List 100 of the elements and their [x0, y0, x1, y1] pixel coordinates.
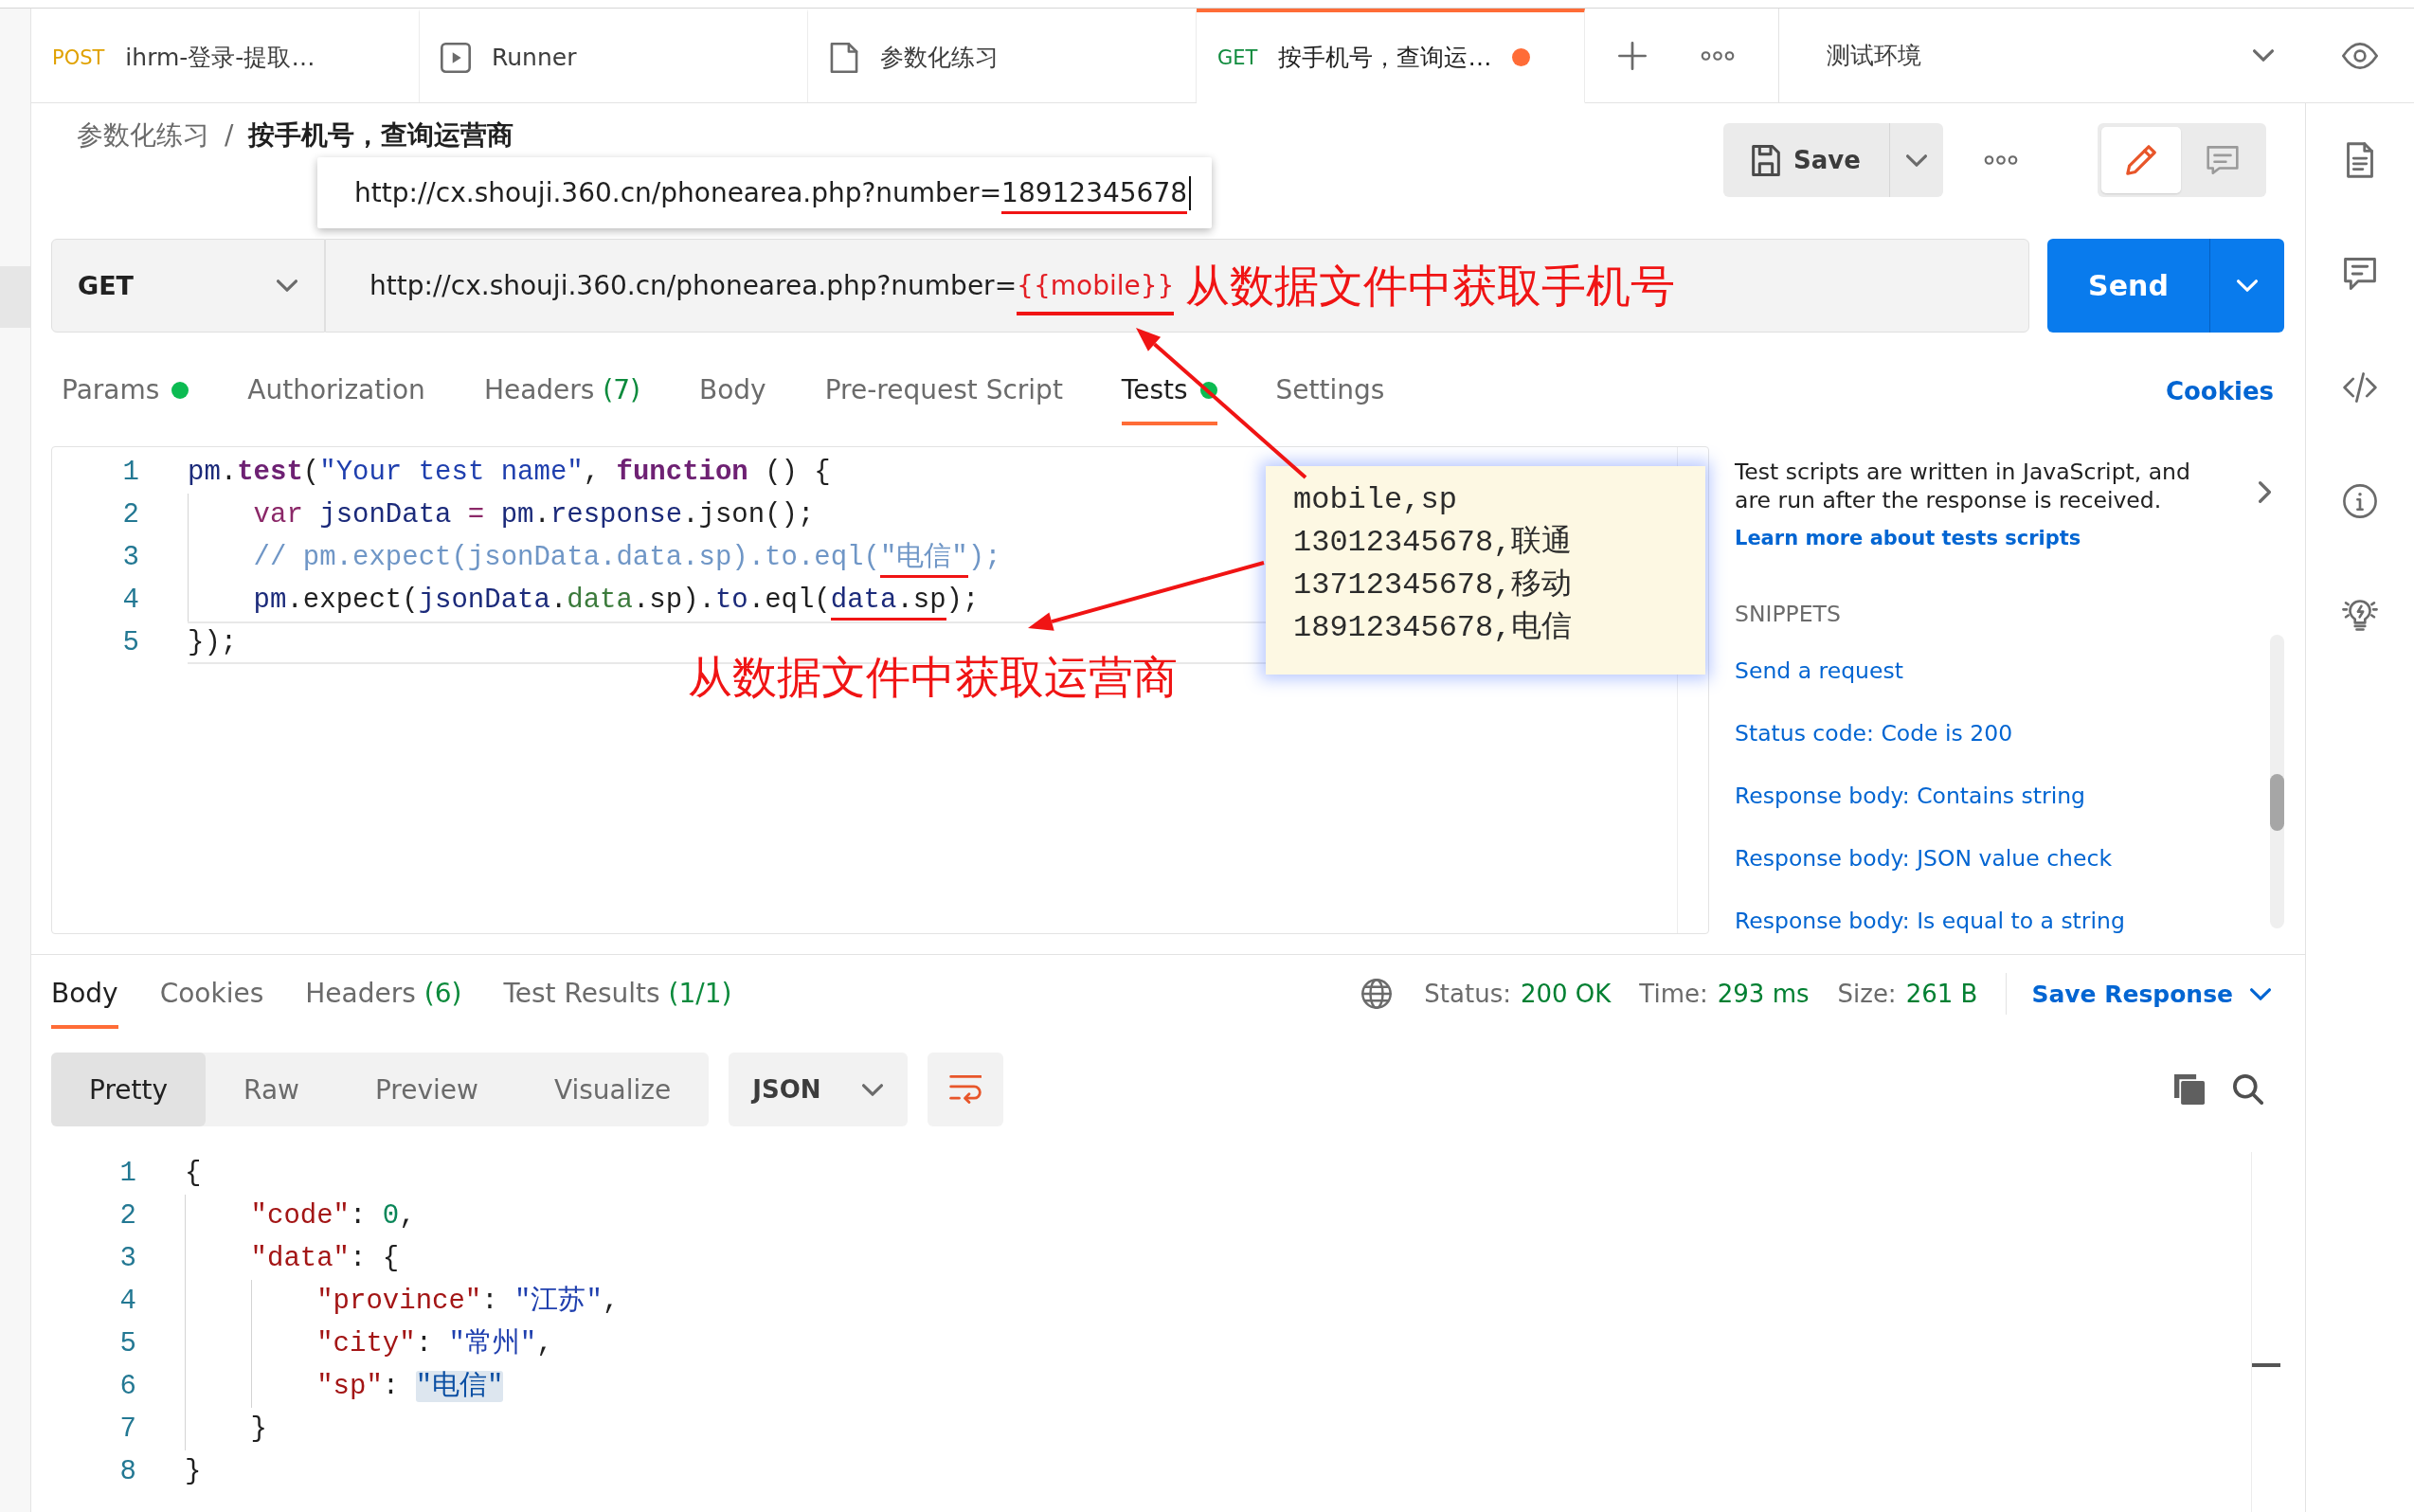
response-tab[interactable]: Body: [51, 955, 118, 1029]
globe-icon[interactable]: [1361, 979, 1393, 1009]
tooltip-text: http://cx.shouji.360.cn/phonearea.php?number=18912345678: [354, 170, 1188, 216]
play-square-icon: [441, 42, 471, 73]
info-icon[interactable]: [2343, 484, 2377, 518]
scrollbar-thumb[interactable]: [2270, 774, 2284, 831]
meta-label: Status:: [1424, 980, 1511, 1008]
code-line: var jsonData = pm.response.json();: [188, 494, 815, 536]
code-line: // pm.expect(jsonData.data.sp).to.eql("电信");: [188, 536, 1001, 579]
line-number: 4: [121, 584, 140, 618]
learn-more-link[interactable]: Learn more about tests scripts: [1735, 524, 2081, 552]
save-icon: [1752, 144, 1781, 176]
chevron-down-icon: [862, 1083, 884, 1096]
response-tab[interactable]: Cookies: [159, 955, 264, 1029]
chevron-down-icon: [2253, 49, 2274, 62]
method-select[interactable]: GET: [51, 239, 325, 333]
code-line: "data": {: [185, 1237, 400, 1280]
scroll-marker: [2252, 1363, 2280, 1367]
request-tab[interactable]: Authorization: [247, 357, 425, 425]
editor-tab[interactable]: GET 按手机号，查询运…: [1197, 9, 1585, 103]
snippet-link[interactable]: Response body: JSON value check: [1735, 844, 2112, 873]
note-line: 18912345678,电信: [1293, 609, 1573, 647]
snippet-link[interactable]: Send a request: [1735, 657, 1903, 685]
more-icon[interactable]: [1984, 155, 2018, 165]
note-line: 13012345678,联通: [1293, 524, 1573, 562]
breadcrumb-link[interactable]: 参数化练习: [77, 118, 209, 153]
request-tab[interactable]: Pre-request Script: [824, 357, 1063, 425]
comment-icon[interactable]: [2344, 258, 2376, 290]
note-line: 13712345678,移动: [1293, 567, 1573, 604]
line-number: 3: [121, 541, 140, 575]
code-line: }: [185, 1455, 202, 1489]
cookies-link[interactable]: Cookies: [2165, 377, 2274, 405]
meta-value: 200 OK: [1520, 980, 1612, 1008]
comment-icon: [2207, 146, 2239, 174]
line-number: 1: [118, 1157, 137, 1191]
line-number: 1: [121, 456, 140, 490]
help-text: Test scripts are written in JavaScript, and are run after the response is received.: [1735, 458, 2191, 514]
line-number: 6: [118, 1370, 137, 1404]
request-tab[interactable]: Tests: [1121, 357, 1217, 425]
meta-label: Time:: [1639, 980, 1708, 1008]
line-number: 5: [121, 626, 140, 660]
language-select[interactable]: JSON: [729, 1053, 909, 1126]
meta-label: Size:: [1837, 980, 1897, 1008]
code-line: });: [188, 626, 238, 660]
request-tab[interactable]: Params: [62, 357, 189, 425]
editor-tab[interactable]: 参数化练习: [808, 9, 1197, 102]
snippet-link[interactable]: Response body: Is equal to a string: [1735, 907, 2125, 935]
annotation-text: 从数据文件中获取运营商: [688, 651, 1178, 704]
save-button[interactable]: Save: [1723, 123, 1889, 197]
editor-tab[interactable]: Runner: [420, 9, 808, 102]
snippet-link[interactable]: Status code: Code is 200: [1735, 719, 2013, 747]
document-icon[interactable]: [2347, 142, 2373, 178]
code-line: "sp": "电信": [185, 1365, 504, 1408]
chevron-down-icon: [2250, 987, 2271, 1000]
line-number: 4: [118, 1285, 137, 1319]
line-number: 8: [118, 1455, 137, 1489]
line-number: 2: [118, 1199, 137, 1233]
editor-tab[interactable]: POST ihrm-登录-提取…: [31, 9, 420, 102]
url-input[interactable]: http://cx.shouji.360.cn/phonearea.php?number={{mobile}} 从数据文件中获取手机号: [325, 239, 2029, 333]
section-heading: SNIPPETS: [1735, 600, 1841, 628]
copy-icon[interactable]: [2174, 1074, 2205, 1105]
code-icon[interactable]: [2343, 372, 2377, 403]
more-icon[interactable]: [1701, 50, 1735, 61]
request-tab[interactable]: Body: [699, 357, 766, 425]
snippet-link[interactable]: Response body: Contains string: [1735, 782, 2086, 810]
lightbulb-icon[interactable]: [2342, 599, 2378, 631]
format-tab[interactable]: Raw: [206, 1053, 337, 1126]
http-method-label: POST: [52, 45, 105, 69]
format-tab[interactable]: Visualize: [515, 1053, 710, 1126]
plus-icon[interactable]: [1618, 41, 1647, 70]
format-tab[interactable]: Preview: [336, 1053, 516, 1126]
eye-icon[interactable]: [2341, 42, 2378, 69]
edit-mode-button[interactable]: [2101, 127, 2181, 193]
response-tab[interactable]: Test Results (1/1): [503, 955, 732, 1029]
environment-select[interactable]: 测试环境: [1778, 9, 2305, 102]
breadcrumb-current: 按手机号，查询运营商: [248, 118, 514, 153]
meta-value: 261 B: [1905, 980, 1978, 1008]
wrap-button[interactable]: [928, 1053, 1004, 1126]
chevron-down-icon: [1906, 153, 1927, 167]
chevron-down-icon: [2237, 279, 2258, 292]
code-line: "province": "江苏",: [185, 1280, 620, 1323]
code-line: }: [185, 1408, 267, 1450]
annotation-text: 从数据文件中获取手机号: [1185, 259, 1676, 313]
format-tab[interactable]: Pretty: [51, 1053, 207, 1126]
save-response-button[interactable]: Save Response: [2031, 980, 2271, 1008]
line-number: 3: [118, 1242, 137, 1276]
chevron-right-icon[interactable]: [2259, 481, 2271, 503]
send-button[interactable]: Send: [2047, 239, 2209, 333]
breadcrumb-separator: /: [225, 118, 234, 153]
note-line: mobile,sp: [1293, 481, 1457, 519]
pencil-icon: [2126, 145, 2156, 175]
code-line: "code": 0,: [185, 1195, 416, 1237]
request-tab[interactable]: Headers (7): [483, 357, 640, 425]
line-number: 7: [118, 1413, 137, 1447]
request-tab[interactable]: Settings: [1275, 357, 1385, 425]
response-tab[interactable]: Headers (6): [305, 955, 462, 1029]
http-method-label: GET: [1217, 45, 1258, 69]
code-line: "city": "常州",: [185, 1323, 553, 1365]
search-icon[interactable]: [2233, 1074, 2263, 1105]
meta-value: 293 ms: [1717, 980, 1810, 1008]
